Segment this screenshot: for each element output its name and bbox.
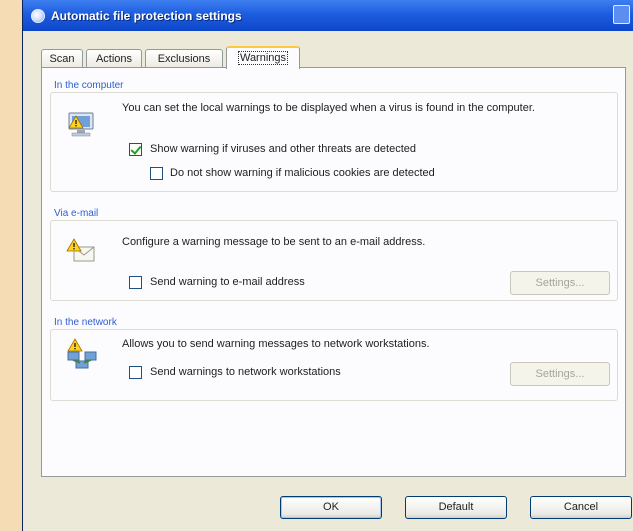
- title-bar[interactable]: Automatic file protection settings: [23, 0, 633, 31]
- warnings-panel: In the computer You can set the local wa…: [41, 67, 626, 477]
- tab-warnings[interactable]: Warnings: [226, 46, 300, 69]
- send-network-warning-checkbox[interactable]: [129, 366, 142, 379]
- check-icon: [130, 143, 142, 155]
- send-email-warning-checkbox[interactable]: [129, 276, 142, 289]
- default-button[interactable]: Default: [405, 496, 507, 519]
- app-icon: [31, 8, 45, 23]
- email-settings-button[interactable]: Settings...: [510, 271, 610, 295]
- network-description: Allows you to send warning messages to n…: [122, 338, 430, 350]
- email-warning-icon: [66, 238, 95, 262]
- network-settings-button[interactable]: Settings...: [510, 362, 610, 386]
- email-description: Configure a warning message to be sent t…: [122, 236, 426, 248]
- send-network-warning-label: Send warnings to network workstations: [150, 366, 341, 378]
- tab-warnings-label: Warnings: [237, 51, 289, 65]
- send-email-warning-label: Send warning to e-mail address: [150, 276, 305, 288]
- show-warning-label: Show warning if viruses and other threat…: [150, 143, 416, 155]
- network-warning-icon: [67, 338, 97, 369]
- show-warning-checkbox[interactable]: [129, 143, 142, 156]
- group-label-network: In the network: [54, 317, 117, 328]
- computer-warning-icon: [68, 112, 94, 137]
- cancel-button[interactable]: Cancel: [530, 496, 632, 519]
- tab-scan[interactable]: Scan: [41, 49, 83, 68]
- ok-button[interactable]: OK: [280, 496, 382, 519]
- malicious-cookies-label: Do not show warning if malicious cookies…: [170, 167, 435, 179]
- close-button[interactable]: [613, 5, 630, 24]
- computer-description: You can set the local warnings to be dis…: [122, 102, 535, 114]
- dialog-window: Automatic file protection settings Scan …: [22, 0, 633, 531]
- group-label-computer: In the computer: [54, 80, 124, 91]
- tab-exclusions[interactable]: Exclusions: [145, 49, 223, 68]
- window-title: Automatic file protection settings: [51, 8, 242, 23]
- group-label-email: Via e-mail: [54, 208, 99, 219]
- malicious-cookies-checkbox[interactable]: [150, 167, 163, 180]
- tab-actions[interactable]: Actions: [86, 49, 142, 68]
